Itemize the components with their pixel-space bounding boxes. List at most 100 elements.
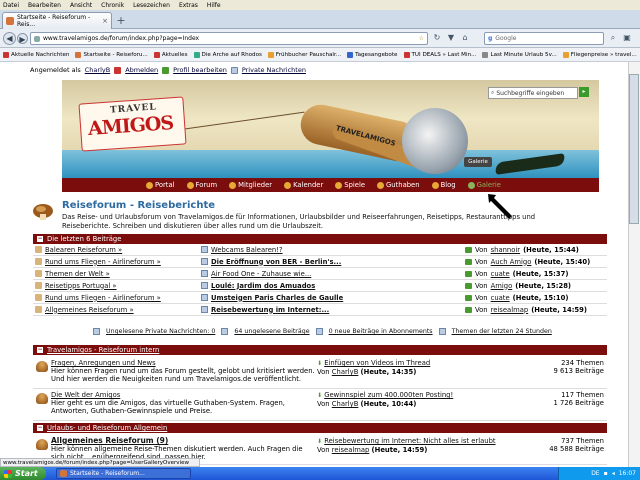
menu-edit[interactable]: Bearbeiten (28, 2, 61, 9)
post-user-link[interactable]: Amigo (491, 282, 513, 290)
download-icon[interactable]: ▼ (446, 33, 456, 43)
url-bar[interactable]: www.travelamigos.de/forum/index.php?page… (30, 32, 428, 45)
go-to-post-icon[interactable] (465, 306, 472, 313)
post-user-link[interactable]: Auch Amigo (491, 258, 532, 266)
latest-posts-list: Balearen Reiseforum » Webcams Balearen!?… (33, 244, 607, 316)
last-post-arrow-icon[interactable]: ⬇ (317, 360, 322, 367)
bookmark-item[interactable]: Die Arche auf Rhodos (193, 51, 262, 58)
start-button[interactable]: Start (0, 467, 46, 480)
menu-bookmarks[interactable]: Lesezeichen (133, 2, 170, 9)
language-indicator[interactable]: DE (591, 470, 599, 477)
nav-credits[interactable]: Guthaben (377, 181, 420, 189)
post-forum-link[interactable]: Allgemeines Reiseforum » (45, 306, 134, 314)
last-post-arrow-icon[interactable]: ⬇ (317, 438, 322, 445)
volume-icon[interactable]: ◂ (612, 470, 615, 477)
last-post-link[interactable]: Einfügen von Videos im Thread (324, 359, 430, 367)
go-to-post-icon[interactable] (465, 258, 472, 265)
post-user-link[interactable]: cuate (491, 270, 510, 278)
collapse-icon[interactable]: − (37, 425, 43, 431)
bookmark-item[interactable]: Startseite - Reiseforu... (75, 51, 148, 58)
category-title[interactable]: Urlaubs- und Reiseforum Allgemein (47, 424, 167, 432)
post-thread-link[interactable]: Reisebewertung im Internet:... (211, 306, 329, 314)
post-thread-link[interactable]: Loulé: Jardim dos Amuados (211, 282, 315, 290)
forum-search-button[interactable]: ▸ (579, 87, 589, 97)
bookmark-item[interactable]: Tagesangebote (347, 51, 398, 58)
username-link[interactable]: CharlyB (85, 66, 110, 74)
post-thread-link[interactable]: Umsteigen Paris Charles de Gaulle (211, 294, 343, 302)
go-to-post-icon[interactable] (465, 246, 472, 253)
post-forum-link[interactable]: Balearen Reiseforum » (45, 246, 122, 254)
post-thread-link[interactable]: Webcams Balearen!? (211, 246, 283, 254)
network-icon[interactable]: ▪ (604, 470, 608, 477)
home-icon[interactable]: ⌂ (460, 33, 470, 43)
profile-link[interactable]: Profil bearbeiten (173, 66, 227, 74)
bookmark-star-icon[interactable]: ☆ (419, 35, 424, 42)
bookmark-item[interactable]: Frühbucher Pauschalr... (267, 51, 341, 58)
last24-link[interactable]: Themen der letzten 24 Stunden (452, 328, 552, 335)
profile-icon (162, 66, 170, 74)
category-title[interactable]: Travelamigos - Reiseforum intern (47, 346, 159, 354)
nav-calendar[interactable]: Kalender (284, 181, 323, 189)
bookmark-item[interactable]: Aktuelle Nachrichten (3, 51, 69, 58)
last-post-user[interactable]: reisealmap (332, 446, 370, 454)
search-input[interactable]: g Google (484, 32, 604, 45)
thread-icon (201, 258, 208, 265)
post-forum-link[interactable]: Reisetipps Portugal » (45, 282, 117, 290)
go-to-post-icon[interactable] (465, 270, 472, 277)
forum-search-input[interactable]: ⌕ Suchbegriffe eingeben (488, 87, 578, 99)
messages-link[interactable]: Private Nachrichten (242, 66, 306, 74)
reload-icon[interactable]: ↻ (432, 33, 442, 43)
nav-blog[interactable]: Blog (431, 181, 456, 189)
post-user-link[interactable]: cuate (491, 294, 510, 302)
unread-messages-link[interactable]: Ungelesene Private Nachrichten: 0 (106, 328, 215, 335)
bookmark-item[interactable]: Fliegenpreise » travel... (562, 51, 637, 58)
plus-icon[interactable]: + (114, 14, 128, 28)
user-links: Angemeldet als CharlyB Abmelden Profil b… (30, 66, 306, 74)
menu-history[interactable]: Chronik (101, 2, 124, 9)
topic-count: 117 Themen (561, 391, 604, 399)
go-to-post-icon[interactable] (465, 294, 472, 301)
last-post-user[interactable]: CharlyB (332, 368, 359, 376)
nav-forum[interactable]: Forum (186, 181, 217, 189)
last-post-user[interactable]: CharlyB (332, 400, 359, 408)
last-post-link[interactable]: Gewinnspiel zum 400.000ten Posting! (324, 391, 453, 399)
menu-view[interactable]: Ansicht (70, 2, 92, 9)
post-thread-link[interactable]: Die Eröffnung von BER - Berlin's... (211, 258, 341, 266)
menu-tools[interactable]: Extras (179, 2, 198, 9)
forum-name-link[interactable]: Allgemeines Reiseforum (9) (51, 437, 317, 445)
favicon-icon (6, 17, 14, 25)
nav-portal[interactable]: Portal (146, 181, 175, 189)
scrollbar-thumb[interactable] (629, 74, 639, 224)
search-icon[interactable]: ⌕ (608, 33, 618, 43)
last-post-arrow-icon[interactable]: ⬇ (317, 392, 322, 399)
collapse-icon[interactable]: − (37, 236, 43, 242)
post-forum-link[interactable]: Rund ums Fliegen - Airlineforum » (45, 294, 161, 302)
go-to-post-icon[interactable] (465, 282, 472, 289)
browser-tab[interactable]: Startseite - Reiseforum - Reis... × (2, 12, 112, 29)
taskbar-window-item[interactable]: Startseite - Reiseforum... (56, 468, 191, 479)
back-button[interactable]: ◀ (3, 32, 16, 45)
unread-posts-link[interactable]: 64 ungelesene Beiträge (234, 328, 309, 335)
close-icon[interactable]: × (102, 17, 108, 25)
post-forum-link[interactable]: Rund ums Fliegen - Airlineforum » (45, 258, 161, 266)
menu-file[interactable]: Datei (3, 2, 19, 9)
forward-button[interactable]: ▶ (17, 33, 28, 44)
post-forum-link[interactable]: Themen der Welt » (45, 270, 110, 278)
nav-games[interactable]: Spiele (335, 181, 365, 189)
subscriptions-link[interactable]: 0 neue Beiträge in Abonnements (329, 328, 433, 335)
post-user-link[interactable]: shannoir (491, 246, 520, 254)
post-thread-link[interactable]: Air Food One - Zuhause wie... (211, 270, 311, 278)
collapse-icon[interactable]: − (37, 347, 43, 353)
last-post-link[interactable]: Reisebewertung im Internet: Nicht alles … (324, 437, 495, 445)
post-user-link[interactable]: reisealmap (491, 306, 529, 314)
bookmark-item[interactable]: Last Minute Urlaub 5v... (482, 51, 557, 58)
logout-link[interactable]: Abmelden (125, 66, 158, 74)
nav-members[interactable]: Mitglieder (229, 181, 272, 189)
forum-name-link[interactable]: Die Welt der Amigos (51, 391, 317, 399)
forum-name-link[interactable]: Fragen, Anregungen und News (51, 359, 317, 367)
addon-icon[interactable]: ▣ (622, 33, 632, 43)
bookmark-item[interactable]: TUI DEALS » Last Min... (403, 51, 476, 58)
menu-help[interactable]: Hilfe (207, 2, 221, 9)
bookmark-item[interactable]: Aktuelles (153, 51, 188, 58)
nav-gallery[interactable]: Galerie (467, 181, 501, 189)
